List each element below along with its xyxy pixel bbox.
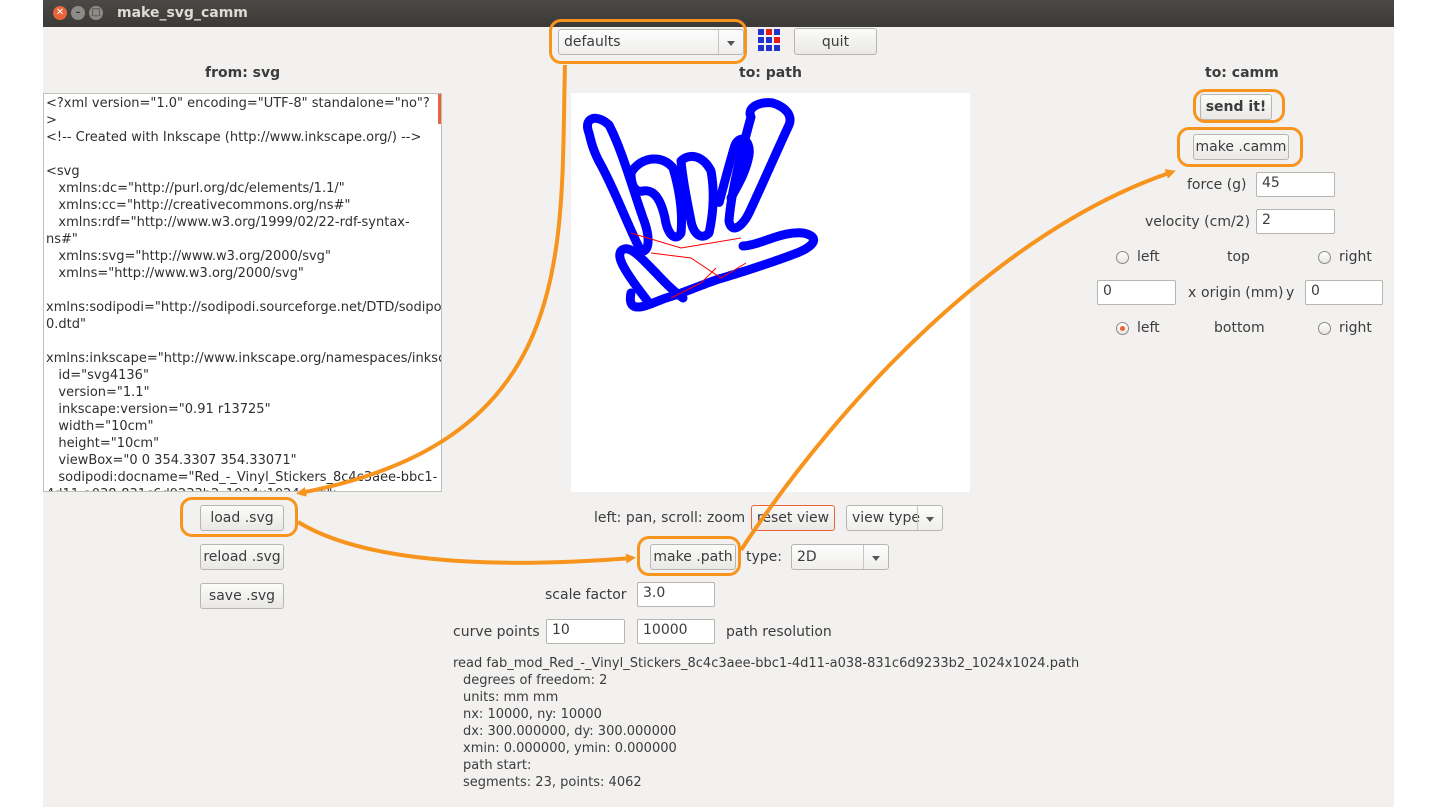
arrow-preset-to-load [296, 64, 567, 497]
arrow-load-to-make-path [296, 520, 636, 565]
workflow-arrows [296, 64, 1176, 565]
arrow-make-path-to-camm [739, 169, 1176, 552]
